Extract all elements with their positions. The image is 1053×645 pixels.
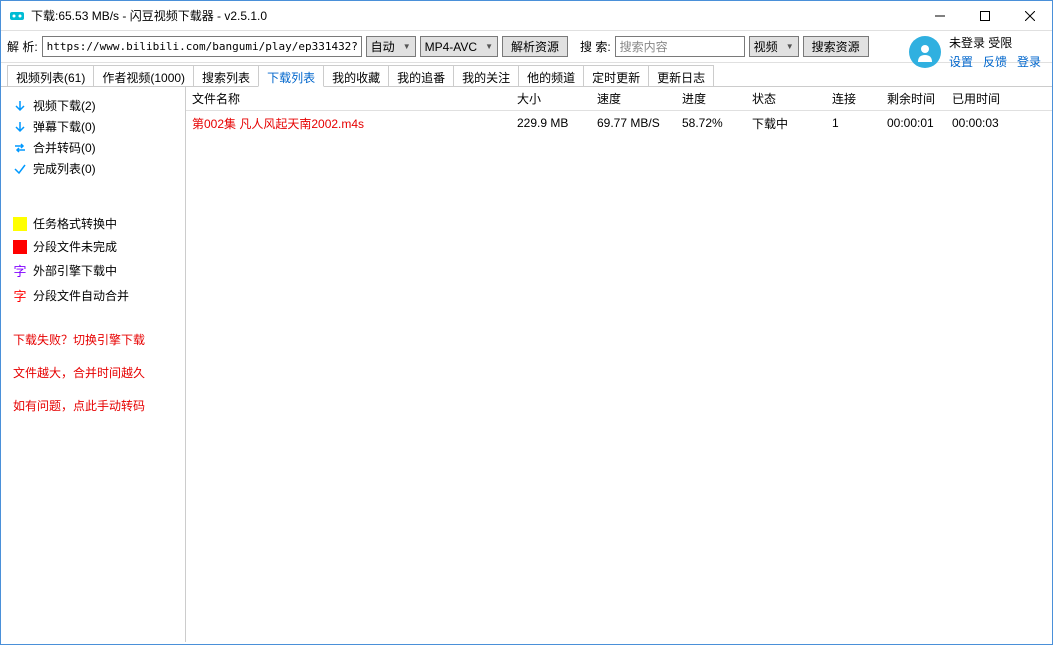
login-link[interactable]: 登录 xyxy=(1017,53,1041,70)
tab-7[interactable]: 他的频道 xyxy=(518,65,584,86)
col-header-speed[interactable]: 速度 xyxy=(591,90,676,107)
sidebar: 视频下载(2) 弹幕下载(0) 合并转码(0) 完成列表(0) 任务格式转换中分段文件… xyxy=(1,87,186,642)
sidebar-item-0[interactable]: 视频下载(2) xyxy=(1,95,185,116)
legend-item-2: 字外部引擎下载中 xyxy=(13,261,173,280)
swap-icon xyxy=(13,141,27,155)
search-label: 搜 索: xyxy=(580,38,611,55)
window-title: 下载:65.53 MB/s - 闪豆视频下载器 - v2.5.1.0 xyxy=(31,7,267,24)
tab-5[interactable]: 我的追番 xyxy=(388,65,454,86)
cell-conn: 1 xyxy=(826,116,881,130)
down-arrow-icon xyxy=(13,120,27,134)
legend-item-0: 任务格式转换中 xyxy=(13,215,173,232)
down-arrow-icon xyxy=(13,99,27,113)
search-button[interactable]: 搜索资源 xyxy=(803,36,869,57)
titlebar: 下载:65.53 MB/s - 闪豆视频下载器 - v2.5.1.0 xyxy=(1,1,1052,31)
chevron-down-icon: ▼ xyxy=(485,42,493,51)
chevron-down-icon: ▼ xyxy=(403,42,411,51)
col-header-name[interactable]: 文件名称 xyxy=(186,90,511,107)
legend-char: 字 xyxy=(13,286,27,305)
content-area: 文件名称 大小 速度 进度 状态 连接 剩余时间 已用时间 第002集 凡人风起… xyxy=(186,87,1052,642)
cell-remain: 00:00:01 xyxy=(881,116,946,130)
chevron-down-icon: ▼ xyxy=(786,42,794,51)
help-link-0[interactable]: 下载失败？切换引擎下载 xyxy=(13,331,173,348)
cell-name: 第002集 凡人风起天南2002.m4s xyxy=(186,115,511,132)
tab-2[interactable]: 搜索列表 xyxy=(193,65,259,86)
sidebar-item-label: 合并转码(0) xyxy=(33,139,96,156)
close-button[interactable] xyxy=(1007,1,1052,31)
maximize-button[interactable] xyxy=(962,1,1007,31)
sidebar-item-2[interactable]: 合并转码(0) xyxy=(1,137,185,158)
parse-button[interactable]: 解析资源 xyxy=(502,36,568,57)
col-header-progress[interactable]: 进度 xyxy=(676,90,746,107)
tab-8[interactable]: 定时更新 xyxy=(583,65,649,86)
search-type-select[interactable]: 视频▼ xyxy=(749,36,799,57)
user-area: 未登录 受限 设置 反馈 登录 xyxy=(909,34,1041,70)
help-link-1[interactable]: 文件越大，合并时间越久 xyxy=(13,364,173,381)
legend-color-box xyxy=(13,240,27,254)
auto-select[interactable]: 自动▼ xyxy=(366,36,416,57)
toolbar: 解 析: 自动▼ MP4-AVC▼ 解析资源 搜 索: 视频▼ 搜索资源 xyxy=(1,31,1052,63)
format-select[interactable]: MP4-AVC▼ xyxy=(420,36,498,57)
login-status: 未登录 受限 xyxy=(949,34,1012,51)
app-icon xyxy=(9,8,25,24)
legend-char: 字 xyxy=(13,261,27,280)
tabs: 视频列表(61)作者视频(1000)搜索列表下载列表我的收藏我的追番我的关注他的… xyxy=(1,63,1052,87)
cell-used: 00:00:03 xyxy=(946,116,1011,130)
cell-status: 下载中 xyxy=(746,115,826,132)
tab-9[interactable]: 更新日志 xyxy=(648,65,714,86)
window-controls xyxy=(917,1,1052,31)
tab-0[interactable]: 视频列表(61) xyxy=(7,65,94,86)
col-header-remain[interactable]: 剩余时间 xyxy=(881,90,946,107)
legend-label: 分段文件未完成 xyxy=(33,238,117,255)
sidebar-item-3[interactable]: 完成列表(0) xyxy=(1,158,185,179)
cell-speed: 69.77 MB/S xyxy=(591,116,676,130)
legend-item-1: 分段文件未完成 xyxy=(13,238,173,255)
col-header-size[interactable]: 大小 xyxy=(511,90,591,107)
url-input[interactable] xyxy=(42,36,362,57)
col-header-used[interactable]: 已用时间 xyxy=(946,90,1011,107)
minimize-button[interactable] xyxy=(917,1,962,31)
tab-4[interactable]: 我的收藏 xyxy=(323,65,389,86)
legend-color-box xyxy=(13,217,27,231)
avatar[interactable] xyxy=(909,36,941,68)
sidebar-item-label: 弹幕下载(0) xyxy=(33,118,96,135)
settings-link[interactable]: 设置 xyxy=(949,53,973,70)
legend-item-3: 字分段文件自动合并 xyxy=(13,286,173,305)
feedback-link[interactable]: 反馈 xyxy=(983,53,1007,70)
col-header-conn[interactable]: 连接 xyxy=(826,90,881,107)
help-link-2[interactable]: 如有问题，点此手动转码 xyxy=(13,397,173,414)
col-header-status[interactable]: 状态 xyxy=(746,90,826,107)
table-header: 文件名称 大小 速度 进度 状态 连接 剩余时间 已用时间 xyxy=(186,87,1052,111)
legend-label: 外部引擎下载中 xyxy=(33,262,117,279)
legend-label: 分段文件自动合并 xyxy=(33,287,129,304)
sidebar-item-label: 完成列表(0) xyxy=(33,160,96,177)
parse-label: 解 析: xyxy=(7,38,38,55)
check-icon xyxy=(13,162,27,176)
sidebar-item-1[interactable]: 弹幕下载(0) xyxy=(1,116,185,137)
cell-size: 229.9 MB xyxy=(511,116,591,130)
search-input[interactable] xyxy=(615,36,745,57)
tab-3[interactable]: 下载列表 xyxy=(258,65,324,87)
table-row[interactable]: 第002集 凡人风起天南2002.m4s229.9 MB69.77 MB/S58… xyxy=(186,111,1052,135)
tab-1[interactable]: 作者视频(1000) xyxy=(93,65,194,86)
cell-progress: 58.72% xyxy=(676,116,746,130)
sidebar-item-label: 视频下载(2) xyxy=(33,97,96,114)
tab-6[interactable]: 我的关注 xyxy=(453,65,519,86)
legend-label: 任务格式转换中 xyxy=(33,215,117,232)
